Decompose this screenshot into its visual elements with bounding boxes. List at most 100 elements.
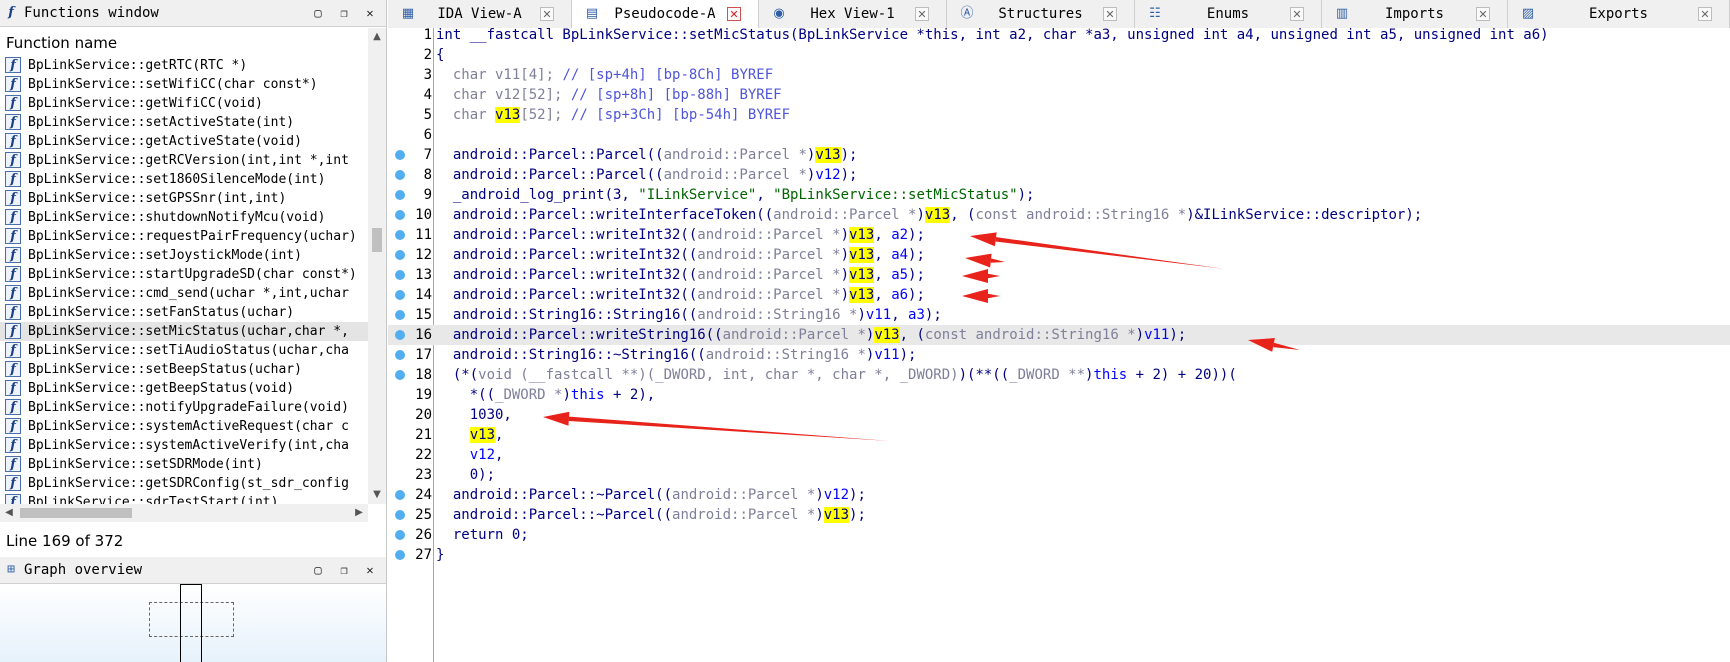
function-list-item[interactable]: f BpLinkService::set1860SilenceMode(int) [0,170,368,189]
maximize-icon[interactable]: ▢ [310,562,326,578]
code-line[interactable]: 5 char v13[52]; // [sp+3Ch] [bp-54h] BYR… [388,105,1730,125]
close-icon[interactable]: ✕ [1290,7,1304,21]
function-list-item[interactable]: f BpLinkService::setBeepStatus(uchar) [0,360,368,379]
code-line[interactable]: 13 android::Parcel::writeInt32((android:… [388,265,1730,285]
code-line[interactable]: 19 *((_DWORD *)this + 2), [388,385,1730,405]
close-icon[interactable]: ✕ [1476,7,1490,21]
function-name-column-header[interactable]: Function name [0,28,374,54]
code-line[interactable]: 1 int __fastcall BpLinkService::setMicSta… [388,25,1730,45]
vertical-scrollbar[interactable]: ▲ ▼ [368,28,386,504]
scroll-up-icon[interactable]: ▲ [368,28,386,46]
function-name: BpLinkService::setActiveState(int) [28,115,295,130]
maximize-icon[interactable]: ▢ [310,5,326,21]
code-line[interactable]: 2{ [388,45,1730,65]
code-line[interactable]: 20 1030, [388,405,1730,425]
function-icon: f [5,399,21,415]
function-list-item[interactable]: f BpLinkService::systemActiveRequest(char… [0,417,368,436]
tab-ida-view-a[interactable]: ▦ IDA View-A ✕ [388,0,572,28]
code-line[interactable]: 25 android::Parcel::~Parcel((android::Pa… [388,505,1730,525]
code-line[interactable]: 3 char v11[4]; // [sp+4h] [bp-8Ch] BYREF [388,65,1730,85]
function-list-item[interactable]: f BpLinkService::setWifiCC(char const*) [0,75,368,94]
function-list-item[interactable]: f BpLinkService::systemActiveVerify(int,c… [0,436,368,455]
code-token: , [891,307,909,323]
function-list-item[interactable]: f BpLinkService::setTiAudioStatus(uchar,c… [0,341,368,360]
line-number: 2 [423,47,432,63]
code-line[interactable]: 18 (*(void (__fastcall **)(_DWORD, int, … [388,365,1730,385]
function-list-item[interactable]: f BpLinkService::shutdownNotifyMcu(void) [0,208,368,227]
code-token: android::Parcel::~Parcel(( [452,487,673,503]
code-line[interactable]: 11 android::Parcel::writeInt32((android:… [388,225,1730,245]
function-list-item[interactable]: f BpLinkService::notifyUpgradeFailure(voi… [0,398,368,417]
code-line[interactable]: 17 android::String16::~String16((android… [388,345,1730,365]
pseudocode-editor[interactable]: 1 int __fastcall BpLinkService::setMicSta… [388,25,1730,662]
function-icon: f [5,437,21,453]
close-icon[interactable]: ✕ [362,562,378,578]
code-line[interactable]: 4 char v12[52]; // [sp+8h] [bp-88h] BYRE… [388,85,1730,105]
function-list-item[interactable]: f BpLinkService::getRTC(RTC *) [0,56,368,75]
highlighted-variable: v13 [469,427,496,443]
code-line[interactable]: 21 v13, [388,425,1730,445]
code-token: v11 [1144,327,1170,343]
function-list-item[interactable]: f BpLinkService::requestPairFrequency(uch… [0,227,368,246]
restore-icon[interactable]: ❐ [336,562,352,578]
close-icon[interactable]: ✕ [540,7,554,21]
tab-structures[interactable]: Ⓐ Structures ✕ [947,0,1135,28]
function-name: BpLinkService::cmd_send(uchar *,int,ucha… [28,286,349,301]
code-line[interactable]: 12 android::Parcel::writeInt32((android:… [388,245,1730,265]
function-list-item[interactable]: f BpLinkService::cmd_send(uchar *,int,uch… [0,284,368,303]
code-line[interactable]: 27} [388,545,1730,565]
close-icon[interactable]: ✕ [1103,7,1117,21]
scrollbar-thumb[interactable] [20,508,132,518]
tab-pseudocode-a[interactable]: ▤ Pseudocode-A ✕ [572,0,759,28]
tab-imports[interactable]: ▥ Imports ✕ [1322,0,1508,28]
code-line[interactable]: 10 android::Parcel::writeInterfaceToken(… [388,205,1730,225]
tab-hex-view-1[interactable]: ◉ Hex View-1 ✕ [759,0,947,28]
code-line[interactable]: 26 return 0; [388,525,1730,545]
function-list-item[interactable]: f BpLinkService::getRCVersion(int,int *,i… [0,151,368,170]
code-line[interactable]: 15 android::String16::String16((android:… [388,305,1730,325]
function-list-item[interactable]: f BpLinkService::getSDRConfig(st_sdr_conf… [0,474,368,493]
horizontal-scrollbar[interactable]: ◀ ▶ [0,504,368,522]
code-line[interactable]: 22 v12, [388,445,1730,465]
code-line[interactable]: 24 android::Parcel::~Parcel((android::Pa… [388,485,1730,505]
function-list-item[interactable]: f BpLinkService::setSDRMode(int) [0,455,368,474]
tab-enums[interactable]: ☷ Enums ✕ [1135,0,1322,28]
function-name: BpLinkService::setWifiCC(char const*) [28,77,318,92]
close-icon[interactable]: ✕ [362,5,378,21]
function-list-item[interactable]: f BpLinkService::getWifiCC(void) [0,94,368,113]
close-icon[interactable]: ✕ [727,7,741,21]
code-token: ); [840,167,858,183]
line-number: 7 [423,147,432,163]
scroll-right-icon[interactable]: ▶ [350,504,368,522]
code-token: ) [916,207,925,223]
scroll-left-icon[interactable]: ◀ [0,504,18,522]
function-list-item[interactable]: f BpLinkService::setActiveState(int) [0,113,368,132]
function-list-item[interactable]: f BpLinkService::startUpgradeSD(char cons… [0,265,368,284]
code-line[interactable]: 23 0); [388,465,1730,485]
function-list-item[interactable]: f BpLinkService::setFanStatus(uchar) [0,303,368,322]
function-list-item[interactable]: f BpLinkService::setJoystickMode(int) [0,246,368,265]
code-line[interactable]: 16 android::Parcel::writeString16((andro… [388,325,1730,345]
function-list-item[interactable]: f BpLinkService::setMicStatus(uchar,char … [0,322,368,341]
restore-icon[interactable]: ❐ [336,5,352,21]
close-icon[interactable]: ✕ [915,7,929,21]
scrollbar-thumb[interactable] [372,228,382,252]
close-icon[interactable]: ✕ [1698,7,1712,21]
function-icon: f [5,171,21,187]
scroll-down-icon[interactable]: ▼ [368,486,386,504]
code-token: android::Parcel::Parcel(( [452,167,664,183]
code-line[interactable]: 9 _android_log_print(3, "ILinkService", … [388,185,1730,205]
tab-exports[interactable]: ▨ Exports ✕ [1508,0,1730,28]
function-list-item[interactable]: f BpLinkService::getBeepStatus(void) [0,379,368,398]
function-list-item[interactable]: f BpLinkService::sdrTestStart(int) [0,493,368,504]
graph-overview-canvas[interactable] [0,584,386,662]
function-list-item[interactable]: f BpLinkService::getActiveState(void) [0,132,368,151]
code-token: // [sp+3Ch] [bp-54h] BYREF [570,107,791,123]
function-icon: f [5,361,21,377]
code-line[interactable]: 7 android::Parcel::Parcel((android::Parc… [388,145,1730,165]
code-line[interactable]: 6 [388,125,1730,145]
code-line[interactable]: 8 android::Parcel::Parcel((android::Parc… [388,165,1730,185]
code-line[interactable]: 14 android::Parcel::writeInt32((android:… [388,285,1730,305]
function-list-item[interactable]: f BpLinkService::setGPSSnr(int,int) [0,189,368,208]
function-name: BpLinkService::getWifiCC(void) [28,96,263,111]
